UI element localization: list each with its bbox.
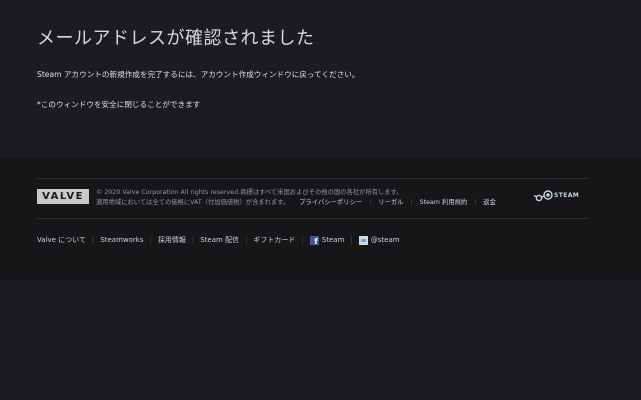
copyright-text: © 2020 Valve Corporation All rights rese… <box>96 189 403 196</box>
jobs-link[interactable]: 採用情報 <box>158 235 186 245</box>
steam-logo[interactable]: STEAM <box>534 189 590 205</box>
footer-links: Valve について | Steamworks | 採用情報 | Steam 配… <box>37 234 400 246</box>
facebook-label: Steam <box>321 236 345 244</box>
twitter-link[interactable]: @steam <box>358 235 400 245</box>
main-content: メールアドレスが確認されました Steam アカウントの新規作成を完了するには、… <box>0 0 641 158</box>
privacy-policy-link[interactable]: プライバシーポリシー <box>299 199 362 206</box>
steam-icon <box>534 190 553 202</box>
twitter-icon <box>358 235 368 245</box>
subscriber-agreement-link[interactable]: Steam 利用規約 <box>420 199 468 206</box>
refunds-link[interactable]: 返金 <box>483 199 496 206</box>
separator: | <box>350 236 353 244</box>
separator: | <box>474 199 477 206</box>
separator: | <box>301 236 304 244</box>
footer: VALVE © 2020 Valve Corporation All right… <box>0 158 641 280</box>
footer-divider-mid <box>37 218 589 219</box>
separator: | <box>369 199 372 206</box>
facebook-link[interactable]: Steam <box>309 235 345 246</box>
separator: | <box>410 199 413 206</box>
vat-text: 適用地域においては全ての価格にVAT（付加価値税）が含まれます。 <box>96 199 290 206</box>
confirmation-message: Steam アカウントの新規作成を完了するには、アカウント作成ウィンドウに戻って… <box>37 70 360 79</box>
page-title: メールアドレスが確認されました <box>37 28 315 49</box>
steamworks-link[interactable]: Steamworks <box>100 236 143 244</box>
twitter-label: @steam <box>370 236 400 244</box>
separator: | <box>245 236 248 244</box>
legal-text: © 2020 Valve Corporation All rights rese… <box>96 188 526 208</box>
close-window-note: *このウィンドウを安全に閉じることができます <box>37 100 201 109</box>
steam-distribution-link[interactable]: Steam 配信 <box>200 235 239 245</box>
separator: | <box>191 236 195 244</box>
valve-logo[interactable]: VALVE <box>37 189 89 204</box>
footer-divider-top <box>37 178 589 179</box>
about-valve-link[interactable]: Valve について <box>37 235 86 245</box>
legal-link[interactable]: リーガル <box>378 199 403 206</box>
gift-cards-link[interactable]: ギフトカード <box>253 235 295 245</box>
separator: | <box>91 236 95 244</box>
facebook-icon <box>309 235 319 246</box>
steam-wordmark: STEAM <box>554 192 580 199</box>
separator: | <box>149 236 152 244</box>
